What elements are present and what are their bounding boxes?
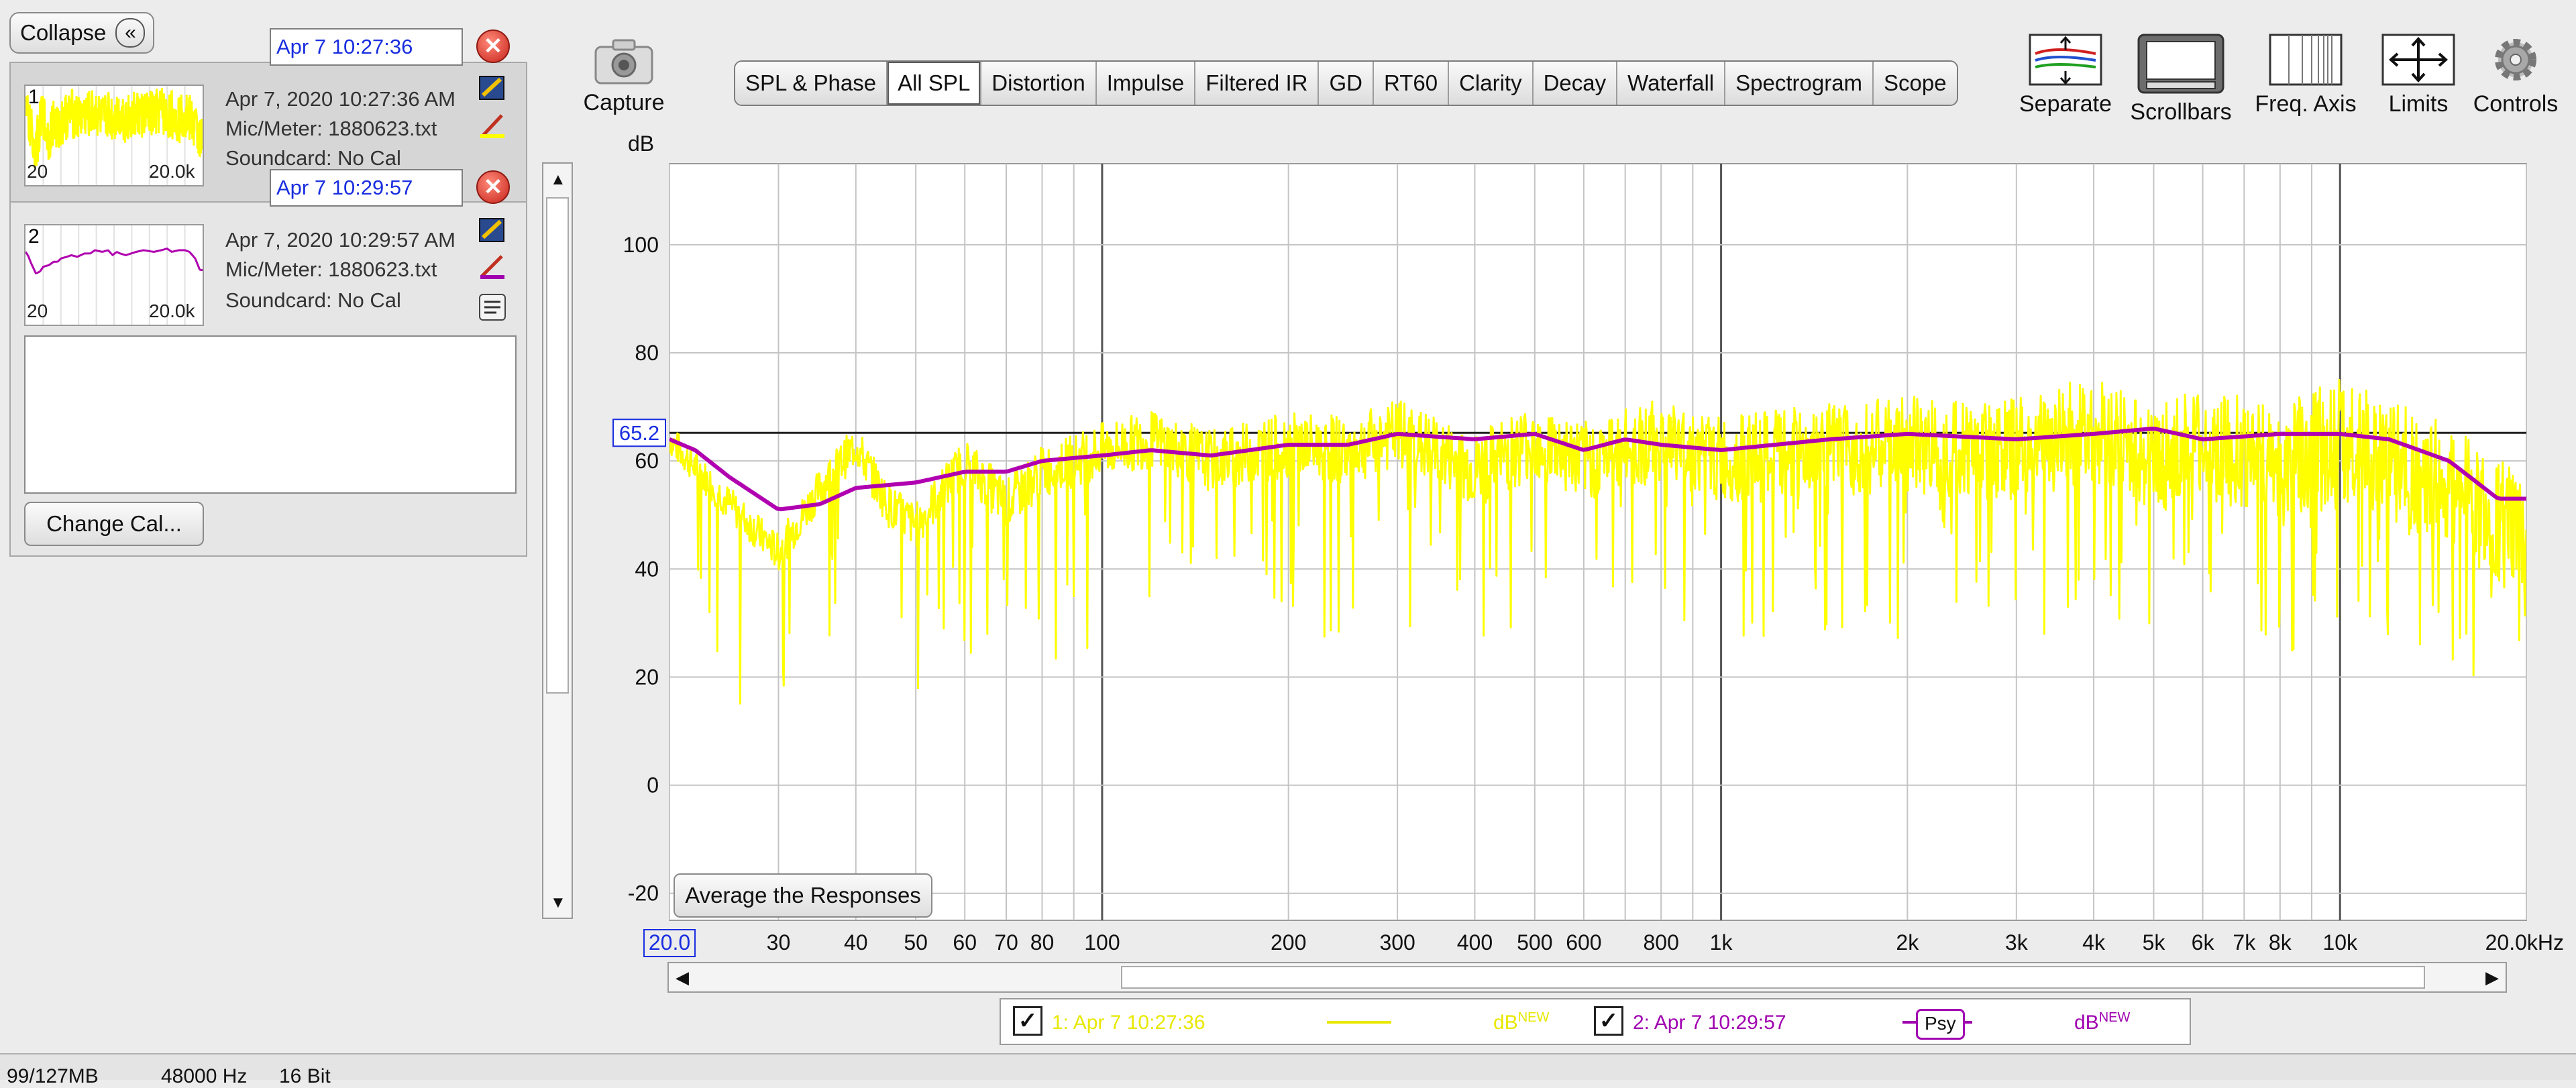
y-tick-label: 40 bbox=[635, 557, 659, 581]
x-tick-label: 3k bbox=[2005, 930, 2029, 955]
chart-legend: ✓ 1: Apr 7 10:27:36 dBNEW ✓ 2: Apr 7 10:… bbox=[1000, 998, 2191, 1045]
x-tick-label: 4k bbox=[2082, 930, 2106, 955]
x-tick-label: 2k bbox=[1896, 930, 1919, 955]
x-tick-label: 80 bbox=[1030, 930, 1055, 955]
x-tick-label: 60 bbox=[953, 930, 977, 955]
x-tick-label: 50 bbox=[904, 930, 928, 955]
frequency-scrollbar-thumb[interactable] bbox=[1121, 966, 2425, 989]
x-tick-label: 500 bbox=[1517, 930, 1552, 955]
status-memory: 99/127MB bbox=[7, 1065, 99, 1087]
scroll-right-arrow[interactable]: ▶ bbox=[2485, 967, 2499, 988]
status-bit-depth: 16 Bit bbox=[279, 1065, 331, 1087]
y-tick-label: 80 bbox=[635, 341, 659, 365]
status-sample-rate: 48000 Hz bbox=[161, 1065, 248, 1087]
x-tick-label: 10k bbox=[2322, 930, 2358, 955]
legend-1-checkbox[interactable]: ✓ bbox=[1013, 1006, 1042, 1036]
x-tick-label: 100 bbox=[1084, 930, 1120, 955]
x-tick-label: 20.0kHz bbox=[2485, 930, 2564, 955]
x-tick-label: 5k bbox=[2143, 930, 2166, 955]
x-tick-label: 6k bbox=[2192, 930, 2215, 955]
y-tick-label: -20 bbox=[628, 881, 659, 906]
frequency-scrollbar[interactable]: ◀ ▶ bbox=[667, 962, 2507, 993]
spl-chart[interactable]: 100806040200-2020.0 30 40 50 60 70 80 100 200 300… bbox=[0, 0, 2576, 966]
x-tick-label: 70 bbox=[994, 930, 1018, 955]
legend-2-badge[interactable]: Psy bbox=[1916, 1009, 1965, 1040]
x-tick-label: 7k bbox=[2233, 930, 2256, 955]
legend-2-sup: NEW bbox=[2098, 1010, 2131, 1025]
x-tick-label: 200 bbox=[1271, 930, 1306, 955]
x-tick-label: 30 bbox=[767, 930, 791, 955]
legend-1-line-swatch bbox=[1327, 1021, 1391, 1024]
x-tick-label: 40 bbox=[844, 930, 868, 955]
x-tick-label: 800 bbox=[1643, 930, 1678, 955]
average-responses-button[interactable]: Average the Responses bbox=[674, 873, 932, 918]
legend-2-unit: dBNEW bbox=[2074, 1010, 2131, 1034]
x-tick-label: 20.0 bbox=[649, 930, 690, 955]
legend-2-label: 2: Apr 7 10:29:57 bbox=[1633, 1012, 1786, 1034]
legend-1-label: 1: Apr 7 10:27:36 bbox=[1052, 1012, 1205, 1034]
x-tick-label: 400 bbox=[1457, 930, 1493, 955]
x-tick-label: 8k bbox=[2269, 930, 2292, 955]
y-tick-label: 20 bbox=[635, 665, 659, 689]
x-tick-label: 1k bbox=[1710, 930, 1733, 955]
legend-1-unit: dBNEW bbox=[1493, 1010, 1550, 1034]
y-tick-label: 0 bbox=[647, 773, 659, 798]
y-tick-label: 60 bbox=[635, 449, 659, 473]
x-tick-label: 300 bbox=[1379, 930, 1415, 955]
legend-2-checkbox[interactable]: ✓ bbox=[1594, 1006, 1623, 1036]
legend-1-sup: NEW bbox=[1517, 1010, 1550, 1025]
plot-area bbox=[669, 163, 2527, 921]
scroll-left-arrow[interactable]: ◀ bbox=[676, 967, 689, 988]
y-tick-label: 100 bbox=[623, 233, 659, 257]
cursor-level-label: 65.2 bbox=[619, 421, 659, 445]
status-bar: 99/127MB 48000 Hz 16 Bit bbox=[0, 1053, 2576, 1087]
x-tick-label: 600 bbox=[1566, 930, 1601, 955]
